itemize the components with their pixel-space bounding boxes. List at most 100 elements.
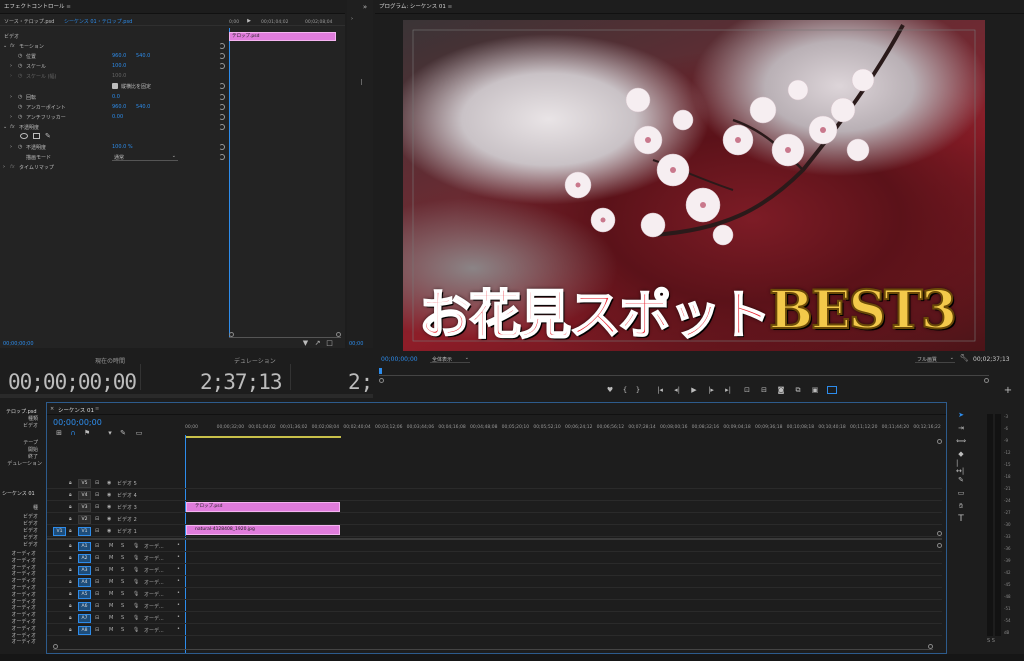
video-track-row[interactable] [47,490,942,501]
go-to-out-icon[interactable]: ▸| [723,384,733,396]
effect-controls-tab[interactable]: エフェクトコントロール ≡ [0,0,345,14]
solo-buttons[interactable]: S S [987,638,995,644]
video-track-row[interactable] [47,514,942,525]
scroll-handle-right[interactable] [928,644,933,649]
stopwatch-icon[interactable]: ◷ [18,63,22,69]
audio-track-row[interactable] [47,589,942,600]
slip-icon[interactable]: |↔| [956,459,966,475]
selection-tool-icon[interactable]: ➤ [956,410,966,420]
video-track-row[interactable] [47,502,942,513]
add-marker-icon[interactable]: ▾ [106,429,114,437]
sync-lock-icon[interactable]: ⊟ [95,579,99,585]
reset-icon[interactable] [219,53,225,59]
reset-icon[interactable] [219,104,225,110]
mic-icon[interactable]: 🎙︎ [133,615,139,621]
expand-icon[interactable]: » [361,3,369,11]
captions-icon[interactable]: ▭ [135,429,143,437]
mute-button[interactable]: M [109,627,113,633]
mic-icon[interactable]: 🎙︎ [133,591,139,597]
timecode-scrollbar[interactable] [0,394,373,398]
track-target[interactable]: V2 [78,515,91,524]
mini-clip[interactable]: テロップ.psd [229,32,336,41]
video-track-row[interactable] [47,478,942,489]
solo-button[interactable]: S [121,591,124,597]
lock-icon[interactable]: 🔒︎ [69,591,72,597]
extract-icon[interactable]: ⊟ [759,384,769,396]
reset-icon[interactable] [219,154,225,160]
lift-icon[interactable]: ⊡ [742,384,752,396]
camera-icon[interactable]: ◙ [776,384,786,396]
lock-icon[interactable]: 🔒︎ [69,579,72,585]
mic-icon[interactable]: 🎙︎ [133,543,139,549]
mini-ruler[interactable]: 0;00 00;01;04;02 00;02;08;04 [229,20,339,28]
track-target[interactable]: A2 [78,554,91,563]
solo-button[interactable]: S [121,627,124,633]
work-area-bar[interactable] [185,436,341,438]
lock-icon[interactable]: 🔒︎ [69,516,72,522]
chevron-right-icon[interactable]: › [3,164,5,170]
timeline-tab[interactable]: シーケンス 01 [58,406,94,414]
track-target[interactable]: V1 [78,527,91,536]
chevron-right-icon[interactable]: › [10,94,12,100]
ripple-edit-icon[interactable]: ⟺ [956,436,966,446]
mute-button[interactable]: M [109,543,113,549]
lock-icon[interactable]: 🔒︎ [69,603,72,609]
audio-track-row[interactable] [47,565,942,576]
scroll-handle[interactable] [937,531,942,536]
chevron-right-icon[interactable]: › [349,16,355,22]
stopwatch-icon[interactable]: ◷ [18,144,22,150]
reset-icon[interactable] [219,43,225,49]
position-x[interactable]: 960.0 [112,53,126,59]
resolution-select[interactable]: フル画質 ⌄ [915,354,955,363]
eye-icon[interactable]: ◉ [107,480,111,486]
mute-button[interactable]: M [109,615,113,621]
scroll-handle-right[interactable] [336,332,341,337]
scroll-handle[interactable] [937,439,942,444]
anchor-y[interactable]: 540.0 [136,104,150,110]
reset-icon[interactable] [219,144,225,150]
volume-knob-icon[interactable]: • [177,542,180,548]
track-separator[interactable] [47,538,942,540]
eye-icon[interactable]: ◉ [107,516,111,522]
zoom-select[interactable]: 全体表示 ⌄ [430,354,470,363]
audio-track-row[interactable] [47,577,942,588]
mark-out-icon[interactable]: } [633,384,643,396]
filter-icon[interactable]: ▼ [302,339,309,347]
sync-lock-icon[interactable]: ⊟ [95,504,99,510]
ellipse-mask-icon[interactable] [20,133,28,139]
track-target[interactable]: V4 [78,491,91,500]
sync-lock-icon[interactable]: ⊟ [95,516,99,522]
scroll-handle-left[interactable] [53,644,58,649]
scroll-handle[interactable] [937,543,942,548]
rectangle-icon[interactable]: ▭ [956,488,966,498]
sync-lock-icon[interactable]: ⊟ [95,528,99,534]
mute-button[interactable]: M [109,591,113,597]
solo-button[interactable]: S [121,615,124,621]
track-target[interactable]: A6 [78,602,91,611]
mini-scrollbar[interactable] [229,332,341,338]
lock-icon[interactable]: 🔒︎ [69,627,72,633]
sync-lock-icon[interactable]: ⊟ [95,567,99,573]
source-label[interactable]: ソース・テロップ.psd [4,18,54,25]
reset-icon[interactable] [219,114,225,120]
stopwatch-icon[interactable]: ◷ [18,53,22,59]
program-video-frame[interactable]: お花見スポット BEST3 [403,20,985,351]
go-to-in-icon[interactable]: |◂ [655,384,665,396]
opacity-value[interactable]: 100.0 % [112,144,133,150]
mute-button[interactable]: M [109,567,113,573]
wrench-icon[interactable]: ✎ [119,429,127,437]
safe-margin-icon[interactable] [827,386,837,394]
sync-lock-icon[interactable]: ⊟ [95,555,99,561]
reset-icon[interactable] [219,124,225,130]
mute-button[interactable]: M [109,603,113,609]
lock-icon[interactable]: 🔒︎ [69,555,72,561]
eye-icon[interactable]: ◉ [107,492,111,498]
mic-icon[interactable]: 🎙︎ [133,627,139,633]
stopwatch-icon[interactable]: ◷ [18,73,22,79]
sync-lock-icon[interactable]: ⊟ [95,591,99,597]
stopwatch-icon[interactable]: ◷ [18,104,22,110]
step-back-icon[interactable]: ◂| [672,384,682,396]
blend-mode-select[interactable]: 通常 ⌄ [112,152,178,161]
reset-icon[interactable] [219,94,225,100]
audio-track-row[interactable] [47,553,942,564]
